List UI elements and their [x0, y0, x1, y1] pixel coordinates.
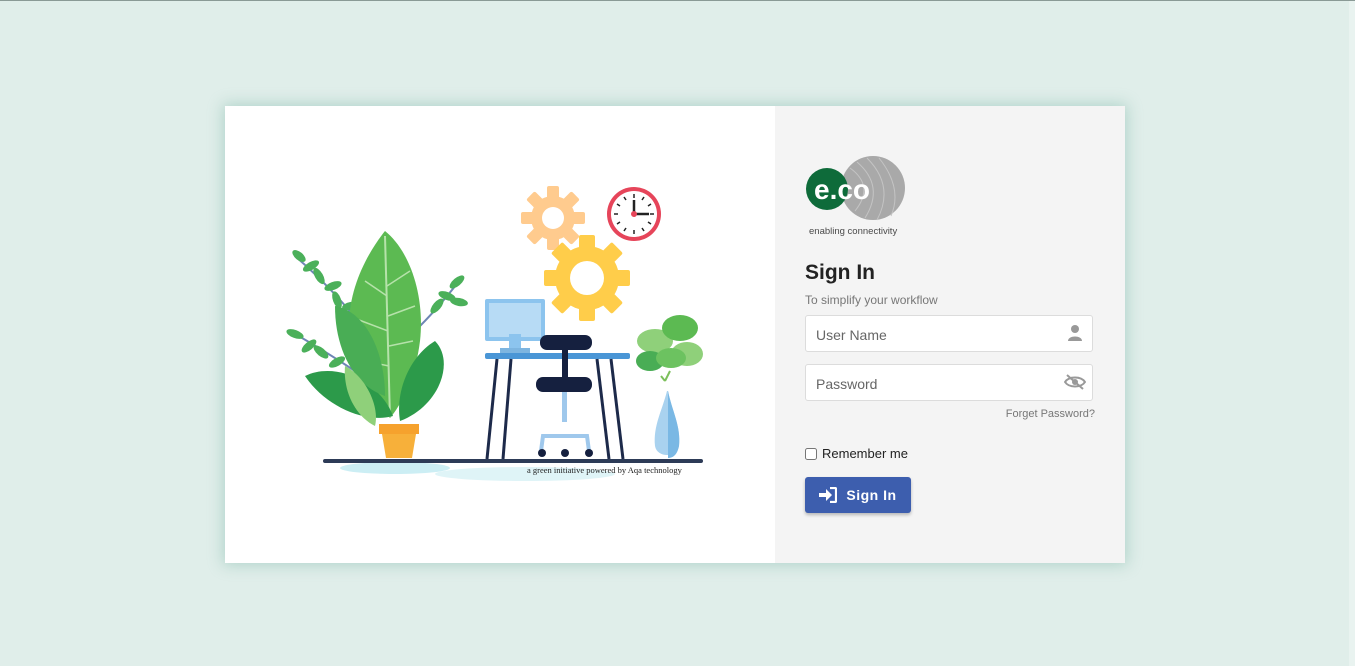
sign-in-button[interactable]: Sign In [805, 477, 911, 513]
top-border [0, 0, 1355, 1]
remember-me-checkbox[interactable] [805, 447, 817, 460]
login-card: a green initiative powered by Aqa techno… [225, 106, 1125, 563]
logo-brand: e.co [814, 174, 870, 205]
remember-me[interactable]: Remember me [805, 446, 908, 461]
password-input[interactable] [814, 365, 1058, 402]
password-field[interactable] [805, 364, 1093, 402]
desk-icon [485, 353, 630, 460]
illustration-panel: a green initiative powered by Aqa techno… [225, 106, 775, 563]
sign-in-icon [819, 487, 838, 503]
office-illustration: a green initiative powered by Aqa techno… [286, 186, 703, 481]
eye-slash-icon[interactable] [1063, 373, 1087, 391]
logo-tagline: enabling connectivity [809, 226, 897, 237]
company-logo: e.co enabling connectivity [805, 156, 915, 238]
monitor-icon [485, 299, 545, 353]
gear-icon [521, 186, 585, 250]
page-subtitle: To simplify your workflow [805, 293, 938, 307]
username-field[interactable] [805, 315, 1093, 353]
plant-icon [286, 231, 468, 458]
forgot-password-link[interactable]: Forget Password? [1006, 408, 1095, 420]
username-input[interactable] [814, 316, 1058, 353]
vase-plant-icon [636, 315, 703, 458]
sign-in-button-label: Sign In [846, 487, 897, 503]
scrollbar-track [1349, 1, 1355, 666]
illustration-caption: a green initiative powered by Aqa techno… [527, 465, 683, 475]
gear-icon [544, 235, 630, 321]
remember-me-label: Remember me [822, 446, 908, 461]
clock-icon [607, 187, 661, 241]
user-icon [1066, 324, 1084, 342]
page-title: Sign In [805, 261, 875, 284]
sign-in-panel: e.co enabling connectivity Sign In To si… [775, 106, 1125, 563]
